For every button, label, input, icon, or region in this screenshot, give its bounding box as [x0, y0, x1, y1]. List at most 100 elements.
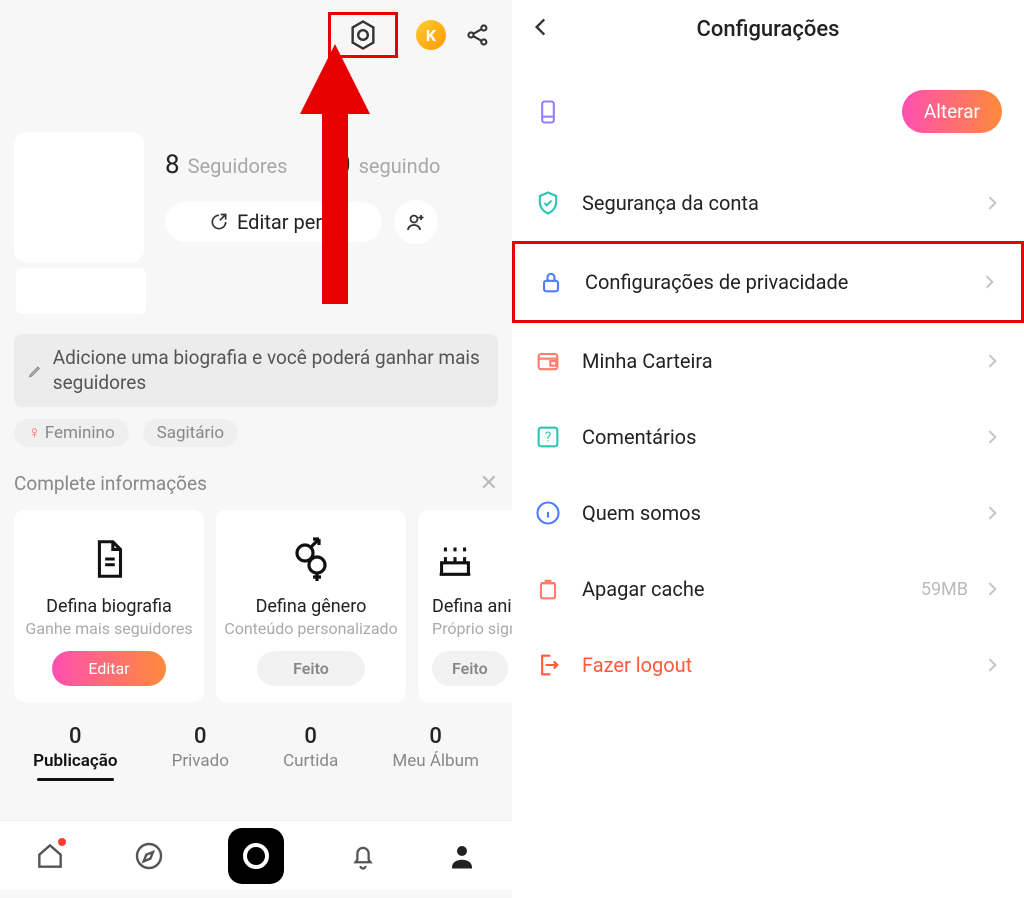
chevron-right-icon [982, 351, 1002, 371]
following-stat[interactable]: 10 seguindo [321, 150, 440, 180]
chevron-right-icon [982, 427, 1002, 447]
tab-label: Meu Álbum [392, 751, 479, 771]
settings-label: Apagar cache [582, 577, 921, 601]
settings-about-us[interactable]: Quem somos [512, 475, 1024, 551]
following-count: 10 [321, 150, 350, 180]
zodiac-tag[interactable]: Sagitário [143, 419, 238, 447]
tab-liked[interactable]: 0 Curtida [277, 720, 344, 781]
settings-clear-cache[interactable]: Apagar cache 59MB [512, 551, 1024, 627]
chevron-right-icon [982, 193, 1002, 213]
username-placeholder [16, 268, 146, 314]
phone-icon [534, 98, 562, 126]
alterar-button[interactable]: Alterar [902, 90, 1002, 133]
settings-comments[interactable]: ? Comentários [512, 399, 1024, 475]
compass-icon [133, 840, 165, 872]
tab-count: 0 [33, 724, 117, 749]
cake-icon [432, 536, 478, 582]
card-define-gender[interactable]: Defina gênero Conteúdo personalizado Fei… [216, 510, 406, 701]
following-label: seguindo [359, 154, 441, 178]
bell-icon [348, 841, 378, 871]
nav-profile[interactable] [442, 836, 482, 876]
settings-label: Fazer logout [582, 653, 982, 677]
card-title: Defina biografia [46, 596, 172, 617]
settings-label: Minha Carteira [582, 349, 982, 373]
followers-label: Seguidores [188, 154, 288, 178]
settings-button-highlight[interactable] [328, 12, 398, 58]
gender-tag-label: Feminino [45, 423, 115, 443]
share-icon[interactable] [464, 21, 492, 49]
card-done-button[interactable]: Feito [257, 651, 365, 686]
shield-icon [534, 189, 562, 217]
bio-hint[interactable]: Adicione uma biografia e você poderá gan… [14, 334, 498, 407]
card-subtitle: Ganhe mais seguidores [25, 619, 192, 638]
settings-privacy[interactable]: Configurações de privacidade [512, 241, 1024, 323]
complete-info-title: Complete informações [14, 472, 207, 495]
add-friend-button[interactable] [394, 200, 438, 244]
settings-list: Alterar Segurança da conta Configurações… [512, 58, 1024, 703]
settings-title: Configurações [697, 17, 840, 42]
bio-hint-text: Adicione uma biografia e você poderá gan… [53, 346, 484, 395]
nav-home[interactable] [30, 836, 70, 876]
settings-logout[interactable]: Fazer logout [512, 627, 1024, 703]
settings-label: Segurança da conta [582, 191, 982, 215]
profile-tags: ♀ Feminino Sagitário [14, 419, 498, 447]
tab-private[interactable]: 0 Privado [166, 720, 235, 781]
chevron-right-icon [982, 579, 1002, 599]
settings-label: Comentários [582, 425, 982, 449]
back-icon[interactable] [528, 14, 554, 40]
tab-label: Publicação [33, 751, 117, 771]
logout-icon [534, 651, 562, 679]
tab-label: Curtida [283, 751, 338, 771]
follow-stats: 8 Seguidores 10 seguindo [165, 150, 440, 180]
tab-label: Privado [172, 751, 229, 771]
svg-text:?: ? [545, 430, 552, 446]
followers-count: 8 [165, 150, 180, 180]
bottom-nav [0, 820, 512, 890]
nav-camera[interactable] [228, 828, 284, 884]
profile-screen: K 8 Seguidores 10 seguindo Editar perfil [0, 0, 512, 898]
edit-icon [209, 212, 229, 232]
coin-icon[interactable]: K [416, 20, 446, 50]
gear-icon [345, 17, 381, 53]
nav-notifications[interactable] [343, 836, 383, 876]
card-title: Defina aniversário [432, 596, 512, 617]
card-title: Defina gênero [256, 596, 367, 617]
person-icon [447, 841, 477, 871]
tab-my-album[interactable]: 0 Meu Álbum [386, 720, 485, 781]
followers-stat[interactable]: 8 Seguidores [165, 150, 287, 180]
chevron-right-icon [982, 655, 1002, 675]
gender-tag[interactable]: ♀ Feminino [14, 419, 129, 447]
nav-explore[interactable] [129, 836, 169, 876]
complete-info-cards: Defina biografia Ganhe mais seguidores E… [14, 510, 512, 701]
tab-count: 0 [392, 724, 479, 749]
card-define-bio[interactable]: Defina biografia Ganhe mais seguidores E… [14, 510, 204, 701]
wallet-icon [534, 347, 562, 375]
card-done-button[interactable]: Feito [432, 651, 508, 686]
tab-count: 0 [172, 724, 229, 749]
profile-summary: 8 Seguidores 10 seguindo Editar perfil [0, 62, 512, 182]
notification-dot-icon [58, 838, 66, 846]
tab-publications[interactable]: 0 Publicação [27, 720, 123, 781]
tab-count: 0 [283, 724, 338, 749]
settings-label: Quem somos [582, 501, 982, 525]
info-icon [534, 499, 562, 527]
document-icon [86, 536, 132, 582]
close-icon[interactable]: ✕ [480, 471, 498, 496]
settings-screen: Configurações Alterar Segurança da conta… [512, 0, 1024, 898]
camera-icon [243, 843, 269, 869]
edit-profile-label: Editar perfil [237, 210, 338, 234]
cache-size: 59MB [921, 579, 968, 600]
add-person-icon [404, 210, 428, 234]
card-define-birthday[interactable]: Defina aniversário Próprio signo Feito [418, 510, 512, 701]
question-icon: ? [534, 423, 562, 451]
card-edit-button[interactable]: Editar [52, 651, 165, 686]
settings-my-wallet[interactable]: Minha Carteira [512, 323, 1024, 399]
edit-profile-button[interactable]: Editar perfil [165, 202, 382, 242]
complete-info-header: Complete informações ✕ [14, 471, 498, 496]
settings-label: Configurações de privacidade [585, 270, 979, 294]
settings-header: Configurações [512, 0, 1024, 58]
settings-account-security[interactable]: Segurança da conta [512, 165, 1024, 241]
avatar[interactable] [14, 132, 144, 262]
trash-icon [534, 575, 562, 603]
settings-phone-row[interactable]: Alterar [512, 58, 1024, 165]
